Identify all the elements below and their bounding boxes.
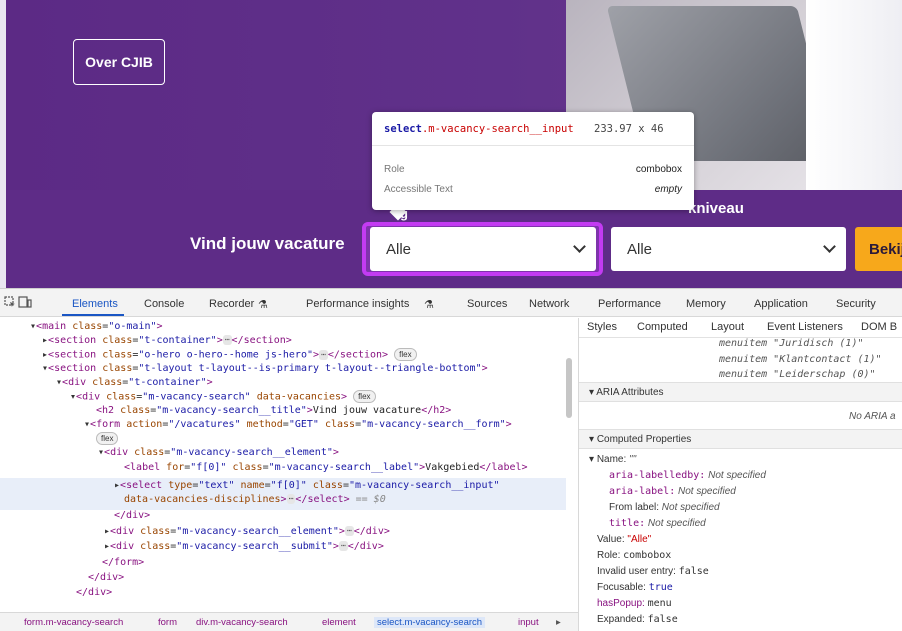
subtab-computed[interactable]: Computed	[637, 321, 688, 333]
breadcrumb-item[interactable]: input	[518, 617, 539, 628]
tab-application[interactable]: Application	[754, 298, 808, 310]
dom-node-main[interactable]: ▾<main class="o-main">	[30, 320, 163, 334]
breadcrumb-item[interactable]: form.m-vacancy-search	[24, 617, 123, 628]
dom-node-close-form[interactable]: </form>	[102, 556, 144, 570]
subtab-dom-breakpoints[interactable]: DOM B	[861, 321, 897, 333]
accessibility-sidepanel: Styles Computed Layout Event Listeners D…	[578, 318, 902, 631]
tab-console[interactable]: Console	[144, 298, 184, 310]
dom-node-select[interactable]: ▸<select type="text" name="f[0]" class="…	[114, 479, 500, 493]
tab-elements[interactable]: Elements	[72, 298, 118, 310]
over-cjib-button[interactable]: Over CJIB	[73, 39, 165, 85]
dom-scrollbar[interactable]	[566, 358, 572, 418]
tooltip-accessible-value: empty	[654, 184, 682, 195]
aria-attributes-header[interactable]: ▾ ARIA Attributes	[579, 382, 902, 402]
hero-person-image	[806, 0, 902, 190]
dom-node-close-div[interactable]: </div>	[114, 509, 150, 523]
triangle-down-icon: ▾	[589, 434, 597, 445]
dom-node-section[interactable]: ▸<section class="t-container"> ⋯ </section…	[42, 334, 292, 348]
tab-recorder[interactable]: Recorder	[209, 298, 254, 310]
bekijk-vacatures-button[interactable]: Bekij	[855, 227, 902, 271]
aria-label-row: aria-label: Not specified	[609, 486, 736, 497]
subtab-styles[interactable]: Styles	[587, 321, 617, 333]
from-label-row: From label: Not specified	[609, 502, 720, 513]
haspopup-row: hasPopup: menu	[597, 598, 672, 609]
dom-node-label[interactable]: <label for="f[0]" class="m-vacancy-searc…	[124, 461, 528, 475]
no-aria-attributes: No ARIA a	[849, 411, 896, 422]
subtab-event-listeners[interactable]: Event Listeners	[767, 321, 843, 333]
flask-icon: ⚗	[258, 299, 268, 311]
dom-node-div[interactable]: ▾<div class="m-vacancy-search__element">	[98, 446, 339, 460]
breadcrumb-more-icon[interactable]: ▸	[556, 617, 561, 628]
inspect-tooltip: select.m-vacancy-search__input 233.97 x …	[372, 112, 694, 210]
dom-node-form[interactable]: ▾<form action="/vacatures" method="GET" …	[84, 418, 512, 432]
tooltip-selector-tag: select	[384, 123, 422, 135]
expanded-row: Expanded: false	[597, 614, 678, 625]
chevron-down-icon	[573, 240, 586, 253]
dom-node-div[interactable]: ▾<div class="t-container">	[56, 376, 213, 390]
website-viewport: Over CJIB Vind jouw vacature g kniveau A…	[0, 0, 902, 288]
menuitem-node[interactable]: menuitem "Klantcontact (1)"	[719, 354, 882, 365]
vacancy-search-title: Vind jouw vacature	[190, 234, 345, 253]
werkniveau-label: kniveau	[688, 200, 744, 217]
tooltip-role-label: Role	[384, 164, 405, 175]
dom-node-close-div[interactable]: </div>	[76, 586, 112, 600]
devtools-panel: Elements Console Recorder ⚗ Performance …	[0, 288, 902, 631]
dom-node-section[interactable]: ▾<section class="t-layout t-layout--is-p…	[42, 362, 488, 376]
invalid-entry-row: Invalid user entry: false	[597, 566, 709, 577]
tooltip-selector: select.m-vacancy-search__input	[384, 123, 574, 135]
dom-node-div[interactable]: ▸<div class="m-vacancy-search__element">…	[104, 525, 390, 539]
inspect-element-icon[interactable]	[4, 296, 16, 308]
flex-badge[interactable]: flex	[96, 432, 119, 446]
menuitem-node[interactable]: menuitem "Leiderschap (0)"	[719, 369, 876, 380]
tooltip-selector-class: .m-vacancy-search__input	[421, 123, 574, 135]
menuitem-node[interactable]: menuitem "Juridisch (1)"	[719, 338, 864, 349]
breadcrumb-item[interactable]: element	[322, 617, 356, 628]
tab-security[interactable]: Security	[836, 298, 876, 310]
device-toolbar-icon[interactable]	[18, 296, 32, 308]
dom-node-select-cont[interactable]: data-vacancies-disciplines> ⋯ </select> ==…	[124, 493, 386, 507]
role-row: Role: combobox	[597, 550, 672, 561]
werkniveau-select-value: Alle	[627, 240, 653, 258]
breadcrumb-item[interactable]: form	[158, 617, 177, 628]
tooltip-role-value: combobox	[635, 164, 682, 175]
dom-node-div[interactable]: ▸<div class="m-vacancy-search__submit"> ⋯…	[104, 540, 384, 554]
dom-tree: ▾<main class="o-main"> ▸<section class="…	[0, 318, 578, 612]
tab-memory[interactable]: Memory	[686, 298, 726, 310]
value-row: Value: "Alle"	[597, 534, 652, 545]
tooltip-dimensions: 233.97 x 46	[594, 123, 664, 135]
aria-labelledby-row: aria-labelledby: Not specified	[609, 470, 766, 481]
tab-network[interactable]: Network	[529, 298, 569, 310]
dom-node-div[interactable]: ▾<div class="m-vacancy-search" data-vaca…	[70, 390, 376, 404]
werkniveau-select[interactable]: Alle	[611, 227, 846, 271]
focusable-row: Focusable: true	[597, 582, 673, 593]
chevron-down-icon	[823, 240, 836, 253]
dom-node-section[interactable]: ▸<section class="o-hero o-hero--home js-…	[42, 348, 417, 362]
flask-icon: ⚗	[424, 299, 434, 311]
tab-performance[interactable]: Performance	[598, 298, 661, 310]
tooltip-accessible-label: Accessible Text	[384, 184, 453, 195]
dom-node-h2[interactable]: <h2 class="m-vacancy-search__title">Vind…	[96, 404, 451, 418]
devtools-tabbar: Elements Console Recorder ⚗ Performance …	[0, 289, 902, 317]
sidepanel-tabs: Styles Computed Layout Event Listeners D…	[579, 318, 902, 338]
tooltip-divider	[372, 145, 694, 146]
vakgebied-select-value: Alle	[386, 240, 412, 258]
dom-node-close-div[interactable]: </div>	[88, 571, 124, 585]
computed-properties-header[interactable]: ▾ Computed Properties	[579, 429, 902, 449]
breadcrumb-item[interactable]: div.m-vacancy-search	[196, 617, 288, 628]
subtab-layout[interactable]: Layout	[711, 321, 744, 333]
breadcrumb-item-selected[interactable]: select.m-vacancy-search	[374, 617, 486, 628]
tab-performance-insights[interactable]: Performance insights	[306, 298, 409, 310]
active-tab-indicator	[62, 314, 124, 316]
tab-sources[interactable]: Sources	[467, 298, 507, 310]
name-property[interactable]: ▾ Name: ""	[589, 454, 636, 465]
vakgebied-select[interactable]: Alle	[370, 227, 596, 271]
title-row: title: Not specified	[609, 518, 706, 529]
dom-breadcrumb: form.m-vacancy-search form div.m-vacancy…	[0, 612, 578, 631]
